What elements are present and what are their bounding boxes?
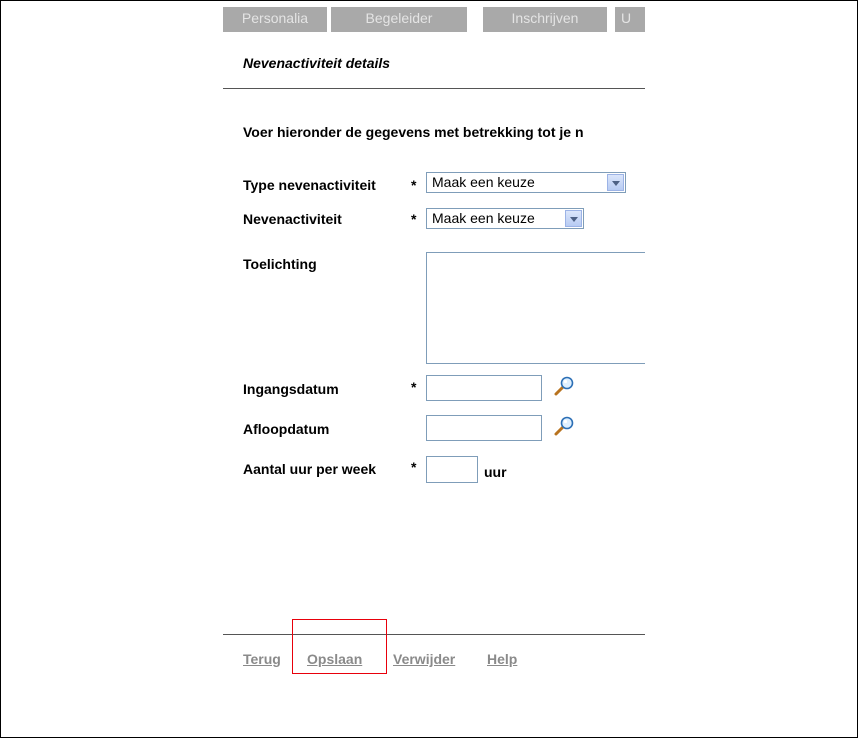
magnifier-icon[interactable]: [553, 375, 575, 397]
hours-unit: uur: [484, 464, 507, 480]
type-select-value: Maak een keuze: [432, 174, 535, 190]
save-highlight-box: [292, 619, 387, 674]
delete-link[interactable]: Verwijder: [393, 651, 455, 667]
activity-select-value: Maak een keuze: [432, 210, 535, 226]
hours-label: Aantal uur per week: [243, 461, 377, 477]
section-title: Nevenactiviteit details: [243, 55, 391, 71]
activity-required-marker: *: [411, 211, 417, 227]
tab-begeleider[interactable]: Begeleider: [331, 7, 467, 32]
tab-inschrijven[interactable]: Inschrijven: [483, 7, 607, 32]
type-label: Type nevenactiviteit: [243, 177, 376, 193]
activity-label: Nevenactiviteit: [243, 211, 342, 227]
end-date-input[interactable]: [426, 415, 542, 441]
hours-required-marker: *: [411, 459, 417, 475]
type-select[interactable]: Maak een keuze: [426, 172, 626, 193]
start-date-label: Ingangsdatum: [243, 381, 339, 397]
tab-u[interactable]: U: [615, 7, 645, 32]
tab-personalia[interactable]: Personalia: [223, 7, 327, 32]
hours-input[interactable]: [426, 456, 478, 483]
chevron-down-icon[interactable]: [607, 174, 624, 191]
start-date-input[interactable]: [426, 375, 542, 401]
note-label: Toelichting: [243, 256, 317, 272]
intro-text: Voer hieronder de gegevens met betrekkin…: [243, 124, 584, 140]
start-date-required-marker: *: [411, 379, 417, 395]
footer-divider: [223, 634, 645, 635]
type-required-marker: *: [411, 177, 417, 193]
form-viewport: Personalia Begeleider Inschrijven U Neve…: [223, 1, 645, 737]
header-divider: [223, 88, 645, 89]
back-link[interactable]: Terug: [243, 651, 281, 667]
magnifier-icon[interactable]: [553, 415, 575, 437]
page-frame: Personalia Begeleider Inschrijven U Neve…: [0, 0, 858, 738]
activity-select[interactable]: Maak een keuze: [426, 208, 584, 229]
chevron-down-icon[interactable]: [565, 210, 582, 227]
help-link[interactable]: Help: [487, 651, 517, 667]
end-date-label: Afloopdatum: [243, 421, 330, 437]
note-textarea[interactable]: [426, 252, 645, 364]
